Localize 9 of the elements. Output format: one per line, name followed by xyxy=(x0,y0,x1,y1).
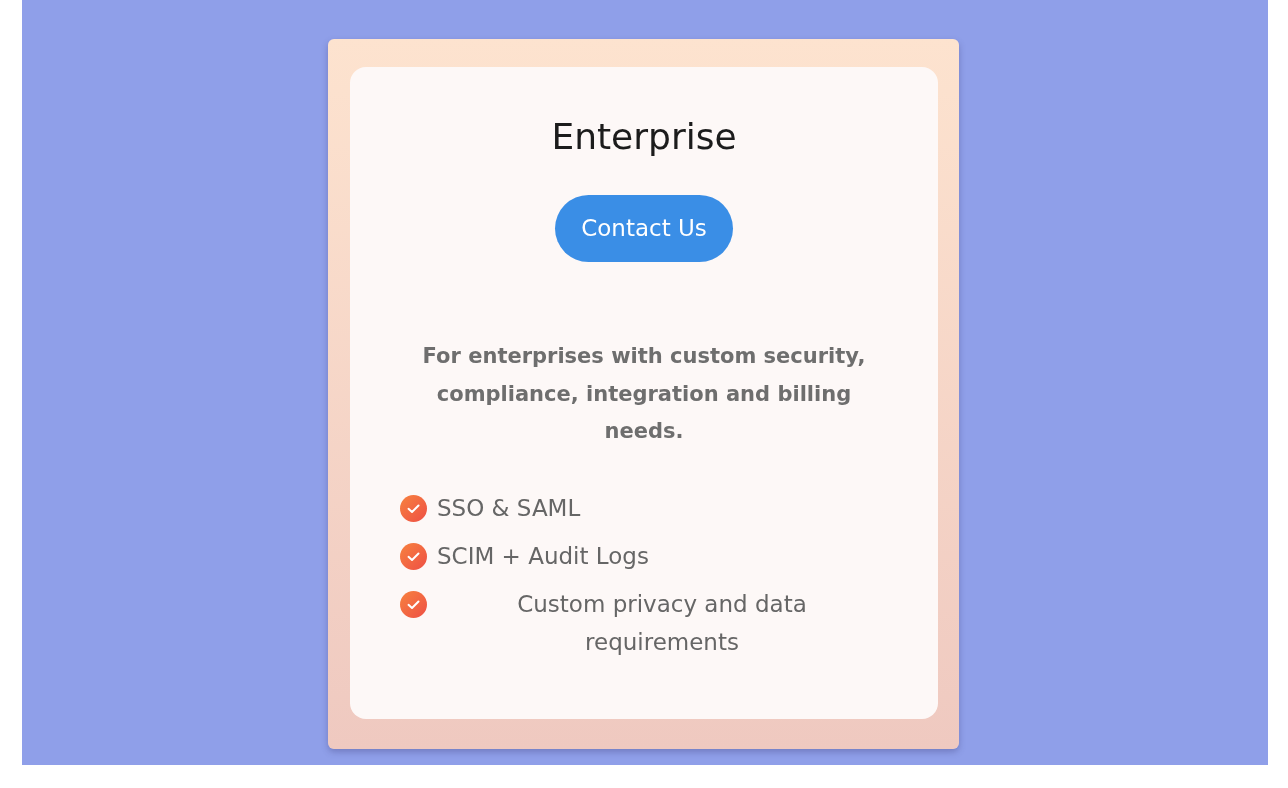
feature-text: Custom privacy and data requirements xyxy=(516,589,808,657)
feature-text: SCIM + Audit Logs xyxy=(437,541,649,571)
check-circle-icon xyxy=(400,590,427,618)
check-circle-icon xyxy=(400,542,427,570)
plan-title: Enterprise xyxy=(551,115,737,159)
plan-description: For enterprises with custom security, compliance, integration and billing needs. xyxy=(421,343,867,445)
feature-text: SSO & SAML xyxy=(437,493,581,523)
check-circle-icon xyxy=(400,494,427,522)
contact-button[interactable]: Contact Us xyxy=(555,195,733,262)
